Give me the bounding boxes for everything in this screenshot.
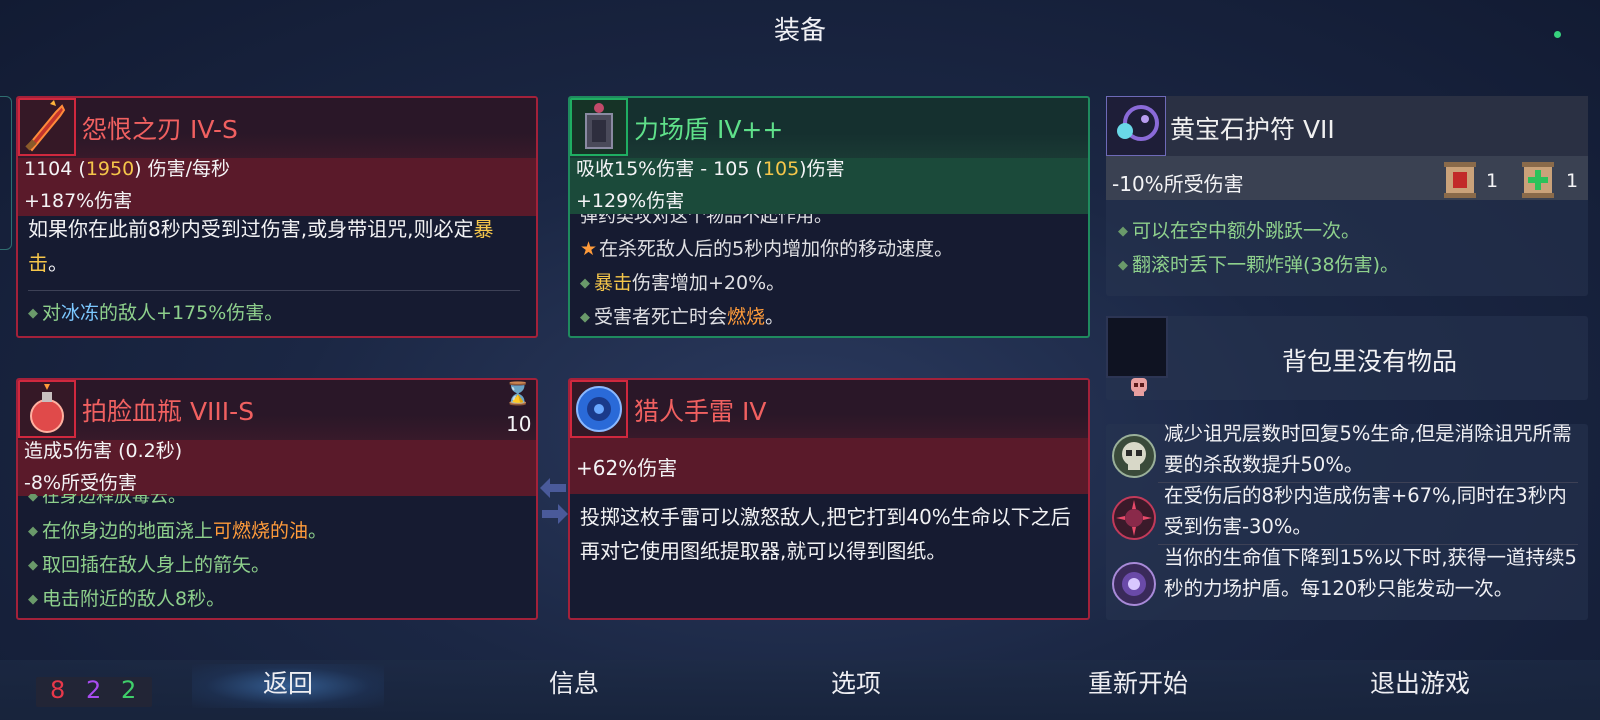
flask-defense-stat: -8%所受伤害 xyxy=(24,472,137,494)
status-indicator xyxy=(1554,31,1561,38)
amulet-stat: -10%所受伤害 xyxy=(1112,172,1244,196)
flask-effects-list: ◆ 在身边释放毒云。 ◆ 在你身边的地面浇上可燃烧的油。 ◆ 取回插在敌人身上的箭矢。… xyxy=(18,494,536,618)
health-flask-icon xyxy=(18,380,76,438)
shield-bullet-2: ◆ 暴击伤害增加+20%。 xyxy=(580,272,786,294)
amulet-icon xyxy=(1106,96,1166,156)
force-shield-icon xyxy=(570,98,628,156)
shield-orb-icon[interactable] xyxy=(1112,562,1156,606)
options-button[interactable]: 选项 xyxy=(756,664,956,700)
shield-panel[interactable]: 力场盾 IV++ 吸收15%伤害 - 105 (105)伤害 +129%伤害 弹… xyxy=(568,96,1090,338)
weapon-description: 如果你在此前8秒内受到过伤害,或身带诅咒,则必定暴击。 xyxy=(28,217,494,275)
red-scroll-count: 1 xyxy=(1486,170,1499,192)
backpack-panel[interactable]: 背包里没有物品 xyxy=(1106,316,1588,400)
grenade-name: 猎人手雷 IV xyxy=(634,397,767,426)
grenade-damage-bonus: +62%伤害 xyxy=(576,456,678,480)
mutation-3-text: 当你的生命值下降到15%以下时,获得一道持续5秒的力场护盾。每120秒只能发动一… xyxy=(1164,546,1577,600)
flask-name: 拍脸血瓶 VIII-S xyxy=(82,397,255,426)
hourglass-icon: ⌛ xyxy=(504,382,532,407)
grenade-panel[interactable]: 猎人手雷 IV +62%伤害 投掷这枚手雷可以激怒敌人,把它打到40%生命以下之… xyxy=(568,378,1090,620)
swap-arrows-icon[interactable] xyxy=(538,474,570,530)
mutation-2-text: 在受伤后的8秒内造成伤害+67%,同时在3秒内受到伤害-30%。 xyxy=(1164,484,1567,538)
restart-button[interactable]: 重新开始 xyxy=(1038,664,1238,700)
info-button[interactable]: 信息 xyxy=(474,664,674,700)
amulet-bullet-1: ◆ 可以在空中额外跳跃一次。 xyxy=(1118,220,1361,242)
backpack-skull-icon xyxy=(1128,376,1150,398)
skull-icon[interactable] xyxy=(1112,434,1156,478)
red-scroll-icon xyxy=(1440,158,1480,202)
shield-effects-list: 弹药类攻对这个物品不起作用。 ★ 在杀死敌人后的5秒内增加你的移动速度。 ◆ 暴击伤… xyxy=(570,214,1088,336)
grenade-icon xyxy=(570,380,628,438)
green-scroll-icon xyxy=(1518,158,1558,202)
left-edge-marker xyxy=(0,96,12,250)
flask-panel[interactable]: 拍脸血瓶 VIII-S ⌛ 10 造成5伤害 (0.2秒) -8%所受伤害 ◆ 在… xyxy=(16,378,538,620)
speed-star-icon: ★ xyxy=(580,238,598,260)
flask-cut-line: ◆ 在身边释放毒云。 xyxy=(28,494,186,507)
weapon-dps: 1104 (1950) 伤害/每秒 xyxy=(24,158,231,180)
shield-damage-bonus: +129%伤害 xyxy=(576,190,685,212)
shield-bullet-3: ◆ 受害者死亡时会燃烧。 xyxy=(580,306,785,328)
flask-bullet-3: ◆ 电击附近的敌人8秒。 xyxy=(28,588,226,610)
shield-bullet-1: ★ 在杀死敌人后的5秒内增加你的移动速度。 xyxy=(580,238,954,260)
flask-damage-stat: 造成5伤害 (0.2秒) xyxy=(24,440,183,462)
weapon-panel-1[interactable]: 怨恨之刃 IV-S 1104 (1950) 伤害/每秒 +187%伤害 如果你在… xyxy=(16,96,538,338)
backpack-slot[interactable] xyxy=(1106,316,1168,378)
weapon-damage-bonus: +187%伤害 xyxy=(24,190,133,212)
brutality-count: 8 xyxy=(50,676,66,704)
divider xyxy=(28,290,520,291)
shield-name: 力场盾 IV++ xyxy=(634,115,784,144)
amulet-panel[interactable]: 黄宝石护符 VII -10%所受伤害 1 1 ◆ 可以在空中额外跳跃一次。 ◆ 翻滚… xyxy=(1106,96,1588,296)
blade-icon xyxy=(18,98,76,156)
weapon-name: 怨恨之刃 IV-S xyxy=(82,115,238,144)
flask-bullet-2: ◆ 取回插在敌人身上的箭矢。 xyxy=(28,554,271,576)
mutations-panel: 减少诅咒层数时回复5%生命,但是消除诅咒所需要的杀敌数提升50%。 在受伤后的8… xyxy=(1106,424,1588,620)
quit-button[interactable]: 退出游戏 xyxy=(1320,664,1520,700)
shield-cut-line: 弹药类攻对这个物品不起作用。 xyxy=(580,214,832,227)
grenade-description: 投掷这枚手雷可以激怒敌人,把它打到40%生命以下之后再对它使用图纸提取器,就可以… xyxy=(580,505,1071,563)
amulet-name: 黄宝石护符 VII xyxy=(1170,115,1335,144)
flask-cooldown: 10 xyxy=(506,412,532,436)
amulet-bullet-2: ◆ 翻滚时丢下一颗炸弹(38伤害)。 xyxy=(1118,254,1400,276)
flask-bullet-1: ◆ 在你身边的地面浇上可燃烧的油。 xyxy=(28,520,328,542)
survival-count: 2 xyxy=(121,676,137,704)
backpack-empty-text: 背包里没有物品 xyxy=(1282,347,1458,376)
back-button[interactable]: 返回 xyxy=(192,664,384,708)
mutation-1-text: 减少诅咒层数时回复5%生命,但是消除诅咒所需要的杀敌数提升50%。 xyxy=(1164,424,1572,476)
weapon-bullet-1: ◆ 对冰冻的敌人+175%伤害。 xyxy=(28,302,284,324)
green-scroll-count: 1 xyxy=(1566,170,1579,192)
shield-absorb-stat: 吸收15%伤害 - 105 (105)伤害 xyxy=(576,158,845,180)
page-title: 装备 xyxy=(773,16,826,46)
spiked-ball-icon[interactable] xyxy=(1112,496,1156,540)
tactics-count: 2 xyxy=(86,676,102,704)
